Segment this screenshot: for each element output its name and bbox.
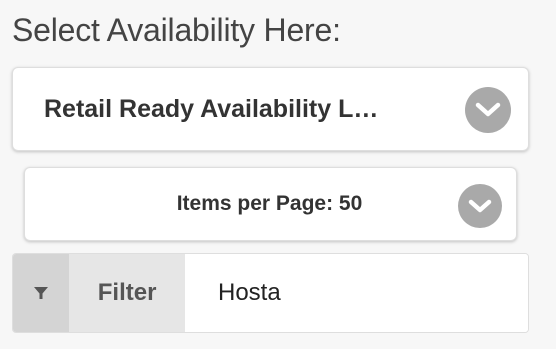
filter-input[interactable] xyxy=(185,254,528,332)
items-per-page-select[interactable]: Items per Page: 50 xyxy=(24,167,517,241)
availability-select[interactable]: Retail Ready Availability L… xyxy=(12,67,529,151)
filter-icon[interactable] xyxy=(13,254,70,332)
filter-bar: Filter xyxy=(12,253,529,333)
chevron-down-icon[interactable] xyxy=(465,87,511,133)
chevron-down-icon[interactable] xyxy=(458,184,502,228)
availability-select-label: Retail Ready Availability L… xyxy=(44,94,379,123)
items-per-page-label: Items per Page: 50 xyxy=(176,192,363,215)
filter-label: Filter xyxy=(69,254,185,332)
page-title: Select Availability Here: xyxy=(12,12,341,48)
